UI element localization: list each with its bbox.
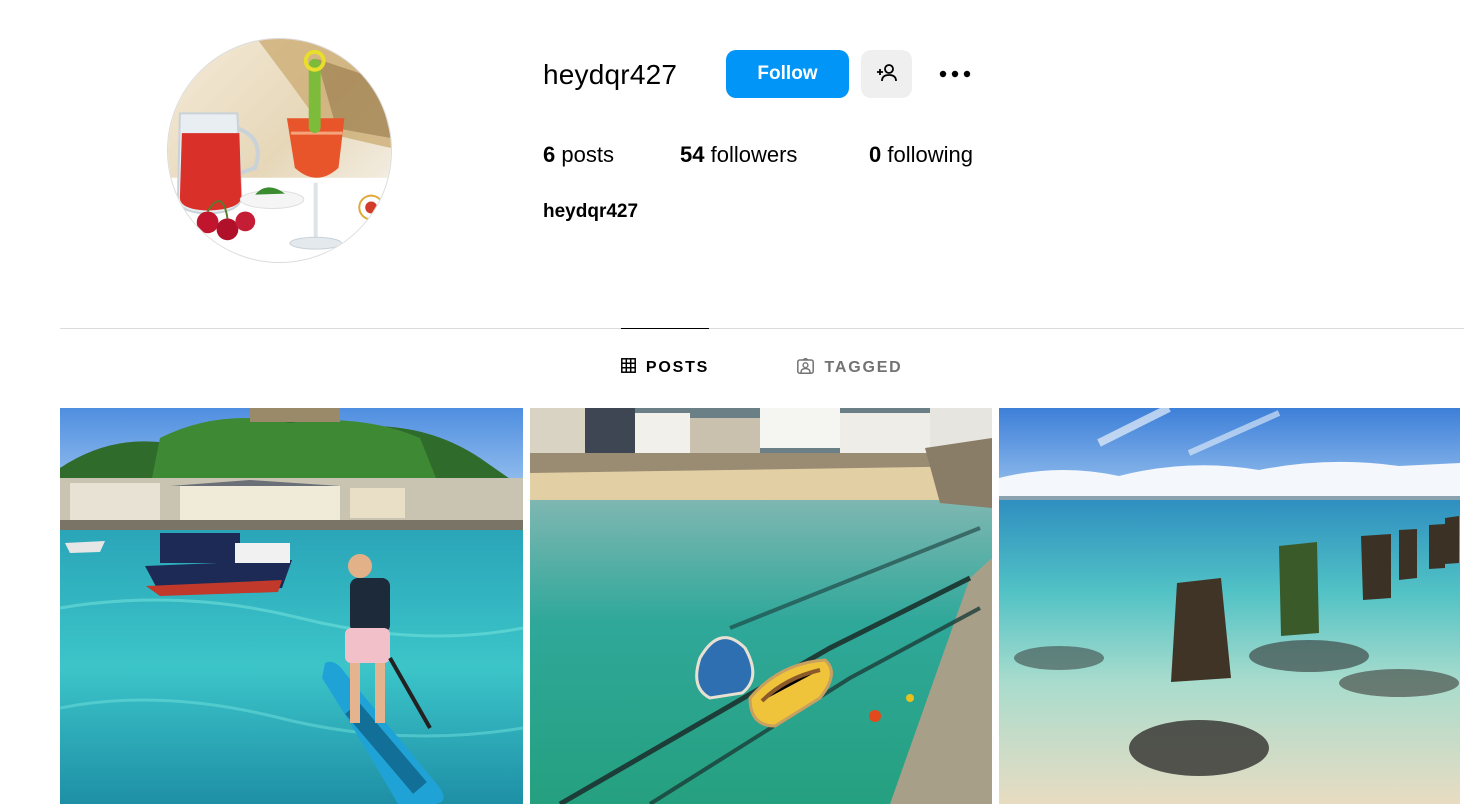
tab-posts-label: POSTS bbox=[645, 359, 710, 376]
following-label: following bbox=[887, 142, 973, 167]
following-stat[interactable]: 0 following bbox=[869, 140, 973, 170]
options-button[interactable] bbox=[930, 56, 980, 92]
posts-count: 6 bbox=[543, 142, 556, 167]
tab-posts[interactable]: POSTS bbox=[620, 328, 710, 407]
profile-avatar[interactable] bbox=[167, 38, 392, 263]
followers-stat[interactable]: 54 followers bbox=[680, 140, 797, 170]
suggested-accounts-button[interactable] bbox=[861, 50, 912, 98]
grid-icon bbox=[620, 358, 636, 378]
post-thumbnail-1[interactable] bbox=[60, 408, 523, 804]
followers-count: 54 bbox=[680, 142, 705, 167]
profile-display-name: heydqr427 bbox=[543, 201, 639, 222]
profile-username: heydqr427 bbox=[543, 59, 678, 90]
tab-tagged-label: TAGGED bbox=[824, 359, 903, 376]
post-image-rowing-boats bbox=[530, 408, 992, 804]
followers-label: followers bbox=[710, 142, 798, 167]
post-image-sea-posts bbox=[999, 408, 1460, 804]
follow-button-label: Follow bbox=[757, 63, 818, 84]
tab-tagged[interactable]: TAGGED bbox=[796, 329, 904, 407]
posts-count-stat: 6 posts bbox=[543, 140, 614, 170]
post-thumbnail-2[interactable] bbox=[530, 408, 992, 804]
post-image-paddleboard bbox=[60, 408, 523, 804]
person-add-icon bbox=[875, 61, 899, 88]
post-thumbnail-3[interactable] bbox=[999, 408, 1460, 804]
more-horizontal-icon bbox=[938, 67, 972, 82]
tagged-icon bbox=[797, 356, 815, 379]
follow-button[interactable]: Follow bbox=[726, 50, 849, 98]
avatar-image bbox=[168, 39, 391, 262]
posts-label: posts bbox=[561, 142, 614, 167]
tabs-divider bbox=[60, 328, 1464, 329]
following-count: 0 bbox=[869, 142, 882, 167]
